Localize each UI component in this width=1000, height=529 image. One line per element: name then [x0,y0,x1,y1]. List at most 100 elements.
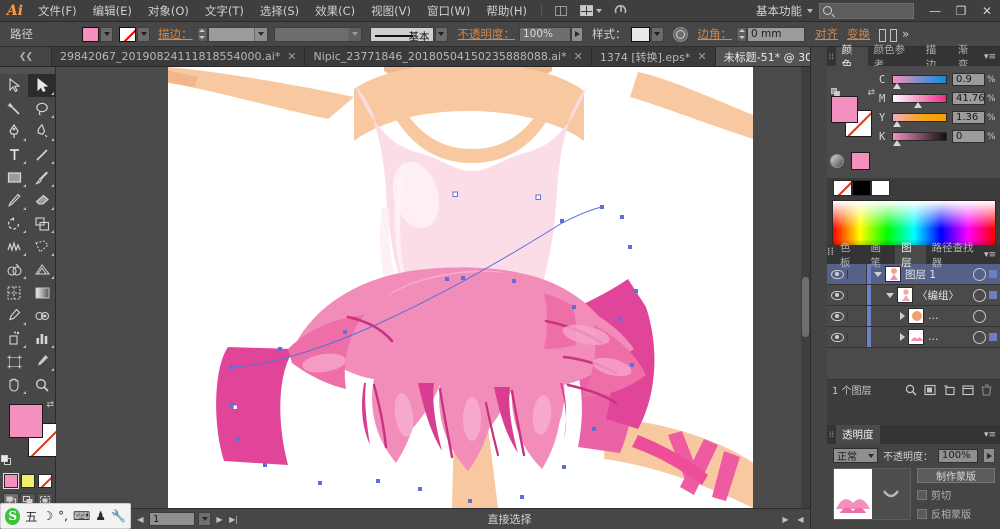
ime-toolbox-icon[interactable]: ♟ [95,509,106,523]
swatch-none[interactable] [833,180,852,196]
clip-checkbox-row[interactable]: 剪切 [917,487,995,502]
tab-layers[interactable]: 图层 [895,242,926,269]
default-fill-stroke-icon[interactable] [1,455,12,466]
panel-menu-icon[interactable]: ▾≡ [984,47,1000,66]
stroke-dropdown[interactable] [137,26,150,42]
artboard-dropdown[interactable] [198,512,211,526]
lasso-tool[interactable] [28,97,56,120]
slider-track-c[interactable] [892,75,947,89]
slider-track-m[interactable] [892,94,947,108]
bridge-icon[interactable] [551,3,571,19]
layer-row-4[interactable]: … [827,327,1000,348]
layer-expand-chevron-down-icon[interactable] [886,292,894,298]
swatch-white[interactable] [871,180,890,196]
fill-dropdown[interactable] [100,26,113,42]
menu-object[interactable]: 对象(O) [140,0,197,22]
delete-selection-icon[interactable] [977,382,996,398]
panel-grip-icon[interactable]: ⁞⁞ [827,47,836,66]
tab-gradient[interactable]: 渐变 [952,44,984,71]
document-tab-1[interactable]: 29842067_20190824111818554000.ai* ✕ [52,47,306,66]
opacity-flyout-button[interactable] [983,448,995,463]
mesh-tool[interactable] [0,281,28,304]
hand-tool[interactable] [0,373,28,396]
panel-menu-icon[interactable]: ▾≡ [984,245,1000,264]
canvas-vertical-scrollbar[interactable] [801,67,810,508]
opacity-flyout-button[interactable] [571,26,583,42]
transparency-thumbnails[interactable] [833,468,911,520]
slider-knob-c[interactable] [893,83,902,90]
menu-select[interactable]: 选择(S) [252,0,307,22]
style-swatch[interactable] [630,26,650,42]
corner-stepper[interactable] [736,26,747,42]
ime-keyboard-icon[interactable]: ⌨ [73,509,90,523]
ime-moon-icon[interactable]: ☽ [42,509,53,523]
panel-fill-box[interactable] [831,96,858,123]
next-artboard-button[interactable]: ▶ [214,512,225,526]
corner-value[interactable]: 0 mm [747,26,805,42]
stroke-weight-label[interactable]: 描边： [158,26,193,42]
layer-visibility-toggle[interactable] [827,332,848,342]
scrollbar-thumb[interactable] [802,277,809,337]
layer-row-3[interactable]: … [827,306,1000,327]
color-slider-c[interactable]: C 0.9 % [879,71,996,89]
style-dropdown[interactable] [650,26,664,42]
recolor-artwork-icon[interactable] [672,26,688,42]
close-icon[interactable]: ✕ [574,50,583,63]
brush-definition-combo[interactable]: 基本 [369,26,434,43]
layer-expand-chevron-right-icon[interactable] [900,333,905,341]
stroke-weight-combo[interactable] [207,26,268,42]
close-icon[interactable]: ✕ [697,50,706,63]
align-button[interactable]: 对齐 [815,26,838,42]
symbol-sprayer-tool[interactable] [0,327,28,350]
search-input[interactable] [819,2,914,19]
slider-knob-k[interactable] [893,140,902,147]
layer-visibility-toggle[interactable] [827,269,848,279]
menu-edit[interactable]: 编辑(E) [85,0,140,22]
magic-wand-tool[interactable] [0,97,28,120]
perspective-grid-tool[interactable] [28,258,56,281]
paintbrush-tool[interactable] [28,166,56,189]
layers-list[interactable]: 图层 1 〈编组〉 … … [827,264,1000,379]
swatch-black[interactable] [852,180,871,196]
free-transform-tool[interactable] [28,235,56,258]
channel-value-c[interactable]: 0.9 [952,73,985,86]
tools-panel-grip[interactable] [0,67,55,74]
none-mode-button[interactable] [37,474,52,488]
clip-checkbox[interactable] [917,489,927,500]
blend-mode-combo[interactable]: 正常 [833,448,878,463]
eraser-tool[interactable] [28,189,56,212]
layer-visibility-toggle[interactable] [827,290,848,300]
layer-name-1[interactable]: 图层 1 [905,267,973,282]
minimize-button[interactable]: — [922,0,948,22]
tab-stroke[interactable]: 描边 [920,44,952,71]
close-button[interactable]: ✕ [974,0,1000,22]
gradient-tool[interactable] [28,281,56,304]
menu-help[interactable]: 帮助(H) [478,0,535,22]
layer-lock-toggle[interactable] [848,264,867,284]
restore-button[interactable]: ❐ [948,0,974,22]
previous-artboard-button[interactable]: ◀ [135,512,146,526]
gradient-mode-button[interactable] [20,474,35,488]
tab-transparency[interactable]: 透明度 [836,425,880,444]
menu-type[interactable]: 文字(T) [197,0,252,22]
layer-name-2[interactable]: 〈编组〉 [917,288,973,303]
create-new-sublayer-icon[interactable] [939,382,958,398]
invert-mask-checkbox-row[interactable]: 反相蒙版 [917,506,995,521]
layer-target-icon[interactable] [973,267,986,281]
layer-target-icon[interactable] [973,309,986,323]
menu-file[interactable]: 文件(F) [30,0,85,22]
fill-color-box[interactable] [9,404,43,438]
layer-lock-toggle[interactable] [848,306,867,326]
layer-name-3[interactable]: … [928,310,973,322]
stroke-weight-stepper[interactable] [196,26,208,42]
workspace-chevron-down-icon[interactable] [807,8,813,13]
invert-mask-checkbox[interactable] [917,508,927,519]
rectangle-tool[interactable] [0,166,28,189]
close-icon[interactable]: ✕ [287,50,296,63]
current-color-swatch[interactable] [851,152,870,170]
channel-value-y[interactable]: 1.36 [952,111,985,124]
width-tool[interactable] [0,235,28,258]
tab-pathfinder[interactable]: 路径查找器 [926,242,984,269]
last-artboard-button[interactable]: ▶| [228,512,239,526]
panel-grip-icon[interactable]: ⁞⁞ [827,245,834,264]
